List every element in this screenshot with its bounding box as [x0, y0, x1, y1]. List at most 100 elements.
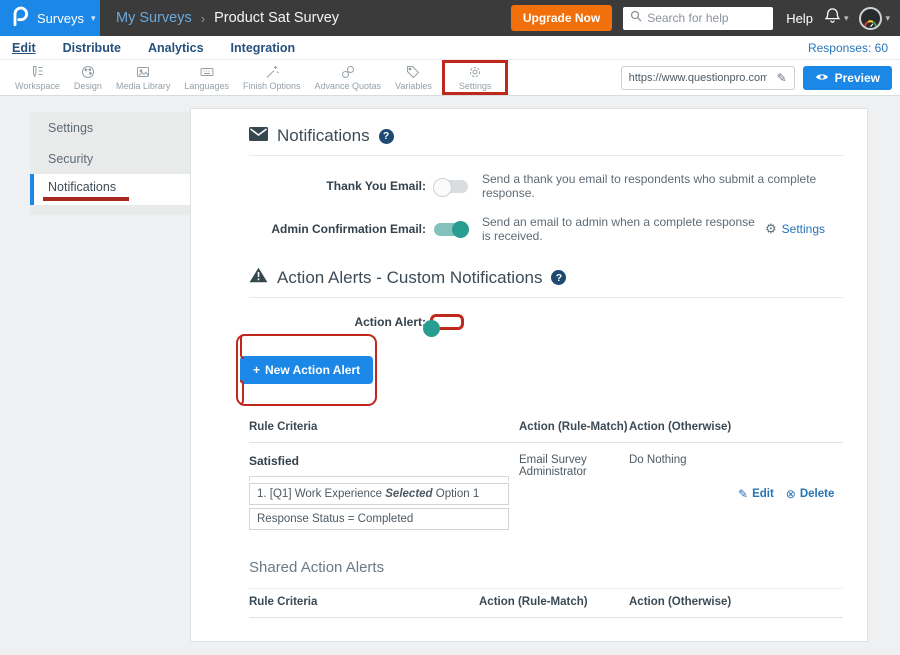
nav-tab-analytics[interactable]: Analytics — [148, 41, 204, 55]
action-alerts-heading: Action Alerts - Custom Notifications ? — [249, 267, 843, 288]
warning-triangle-icon — [249, 267, 268, 288]
delete-alert-link[interactable]: ⊗ Delete — [786, 454, 835, 533]
notifications-section-heading: Notifications ? — [249, 126, 843, 146]
preview-label: Preview — [835, 71, 880, 85]
admin-confirmation-label: Admin Confirmation Email: — [249, 222, 426, 236]
toolbar-label: Workspace — [15, 81, 60, 91]
chevron-down-icon: ▾ — [844, 13, 849, 24]
tag-icon — [405, 64, 421, 80]
col-header-action-otherwise: Action (Otherwise) — [629, 414, 738, 443]
admin-confirmation-desc: Send an email to admin when a complete r… — [482, 215, 765, 243]
edit-url-pencil-icon[interactable]: ✎ — [777, 71, 787, 85]
thank-you-email-toggle[interactable] — [434, 180, 468, 193]
workspace-icon — [29, 64, 45, 80]
toolbar-item-finish-options[interactable]: Finish Options — [236, 64, 308, 91]
nav-tab-edit[interactable]: Edit — [12, 41, 36, 55]
toolbar-item-variables[interactable]: Variables — [388, 64, 439, 91]
help-link[interactable]: Help — [786, 11, 813, 26]
survey-url-field[interactable]: ✎ — [621, 66, 795, 90]
nav-tab-distribute[interactable]: Distribute — [63, 41, 121, 55]
edit-toolbar: Workspace Design Media Library Languages… — [0, 60, 900, 96]
account-menu[interactable]: ▾ — [859, 7, 890, 30]
help-question-icon[interactable]: ? — [379, 129, 394, 144]
annotation-action-alert-box — [430, 314, 464, 330]
rule-criteria-cell: Satisfied 1. [Q1] Work Experience Select… — [249, 443, 519, 533]
edit-alert-link[interactable]: ✎ Edit — [738, 454, 774, 533]
toolbar-item-workspace[interactable]: Workspace — [8, 64, 67, 91]
rule-condition-2: Response Status = Completed — [249, 508, 509, 530]
help-search-box[interactable] — [623, 7, 773, 30]
new-action-alert-button[interactable]: + New Action Alert — [240, 356, 373, 384]
eye-icon — [815, 71, 829, 85]
button-label: New Action Alert — [265, 363, 360, 377]
admin-confirmation-toggle[interactable] — [434, 223, 468, 236]
toolbar-label: Variables — [395, 81, 432, 91]
settings-sidebar: Settings Security Notifications — [30, 112, 190, 215]
col-header-actions — [738, 414, 843, 443]
edit-pencil-icon: ✎ — [738, 487, 748, 501]
sidebar-item-settings[interactable]: Settings — [30, 112, 190, 143]
toolbar-label: Design — [74, 81, 102, 91]
toolbar-item-media-library[interactable]: Media Library — [109, 64, 178, 91]
keyboard-icon — [199, 64, 215, 80]
nav-tab-integration[interactable]: Integration — [231, 41, 296, 55]
section-title: Notifications — [277, 126, 370, 146]
col-header-action-match: Action (Rule-Match) — [519, 414, 629, 443]
shared-alerts-table: Rule Criteria Action (Rule-Match) Action… — [249, 588, 843, 618]
survey-url-input[interactable] — [629, 72, 767, 84]
col-header-action-match: Action (Rule-Match) — [479, 588, 629, 618]
action-match-cell: Email Survey Administrator — [519, 443, 629, 533]
edit-label: Edit — [752, 488, 774, 500]
col-header-action-otherwise: Action (Otherwise) — [629, 588, 779, 618]
thank-you-email-label: Thank You Email: — [249, 179, 426, 193]
notifications-panel: Notifications ? Thank You Email: Send a … — [190, 108, 868, 642]
rule-status: Satisfied — [249, 454, 519, 468]
rule-emphasis: Selected — [385, 488, 432, 500]
col-header-actions — [779, 588, 843, 618]
breadcrumb-separator: › — [201, 11, 205, 26]
upgrade-now-button[interactable]: Upgrade Now — [511, 5, 612, 31]
search-input[interactable] — [647, 11, 757, 25]
palette-icon — [80, 64, 96, 80]
col-header-rule-criteria: Rule Criteria — [249, 414, 519, 443]
toolbar-item-settings[interactable]: Settings — [452, 64, 499, 91]
image-icon — [135, 64, 151, 80]
toolbar-item-advance-quotas[interactable]: Advance Quotas — [307, 64, 388, 91]
magic-wand-icon — [264, 64, 280, 80]
admin-email-settings-link[interactable]: ⚙ Settings — [765, 221, 825, 237]
sidebar-item-label: Notifications — [48, 180, 116, 194]
delete-label: Delete — [800, 488, 835, 500]
chain-links-icon — [340, 64, 356, 80]
section-title: Action Alerts - Custom Notifications — [277, 268, 542, 288]
annotation-settings-highlight: Settings — [442, 60, 509, 95]
top-header-bar: Surveys ▾ My Surveys › Product Sat Surve… — [0, 0, 900, 36]
sidebar-item-security[interactable]: Security — [30, 143, 190, 174]
action-alert-toggle-row: Action Alert: — [249, 314, 843, 330]
help-question-icon[interactable]: ? — [551, 270, 566, 285]
sidebar-item-label: Settings — [48, 121, 93, 135]
col-header-rule-criteria: Rule Criteria — [249, 588, 479, 618]
surveys-product-menu[interactable]: Surveys ▾ — [0, 0, 100, 36]
notifications-bell-menu[interactable]: ▾ — [824, 7, 849, 29]
action-alert-label: Action Alert: — [249, 315, 426, 329]
rule-strip — [249, 476, 509, 481]
surveys-menu-label: Surveys — [37, 11, 84, 26]
settings-link-label: Settings — [782, 222, 825, 236]
action-alerts-table: Rule Criteria Action (Rule-Match) Action… — [249, 414, 843, 533]
preview-button[interactable]: Preview — [803, 66, 892, 90]
shared-action-alerts-heading: Shared Action Alerts — [249, 559, 843, 576]
toolbar-item-design[interactable]: Design — [67, 64, 109, 91]
toolbar-label: Finish Options — [243, 81, 301, 91]
thank-you-email-desc: Send a thank you email to respondents wh… — [482, 172, 843, 200]
admin-confirmation-row: Admin Confirmation Email: Send an email … — [249, 215, 843, 243]
breadcrumb-my-surveys[interactable]: My Surveys — [116, 10, 192, 26]
delete-circle-icon: ⊗ — [786, 487, 796, 501]
rule-condition-1: 1. [Q1] Work Experience Selected Option … — [249, 483, 509, 505]
gear-icon — [467, 64, 483, 80]
toolbar-label: Languages — [184, 81, 229, 91]
responses-count[interactable]: Responses: 60 — [808, 41, 888, 55]
bell-icon — [824, 7, 841, 29]
annotation-new-action-alert-inner: + New Action Alert — [240, 334, 373, 405]
toolbar-item-languages[interactable]: Languages — [177, 64, 236, 91]
sidebar-item-notifications[interactable]: Notifications — [30, 174, 190, 205]
